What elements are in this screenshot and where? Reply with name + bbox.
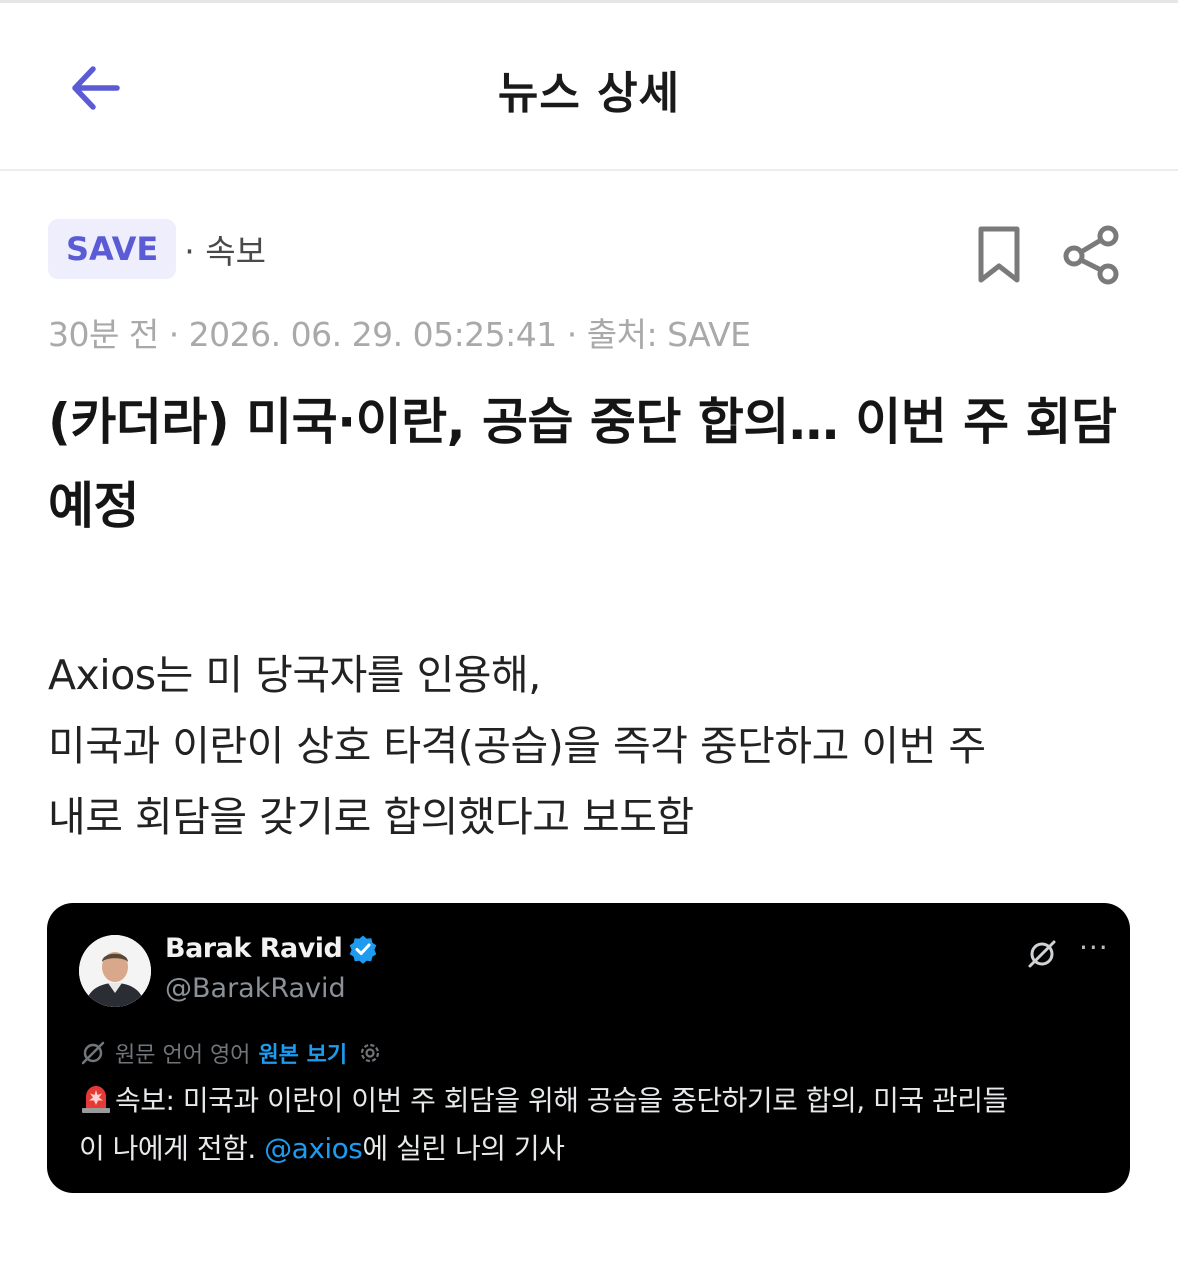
tweet-text-line: 이 나에게 전함. @axios에 실린 나의 기사: [79, 1125, 1109, 1173]
share-button[interactable]: [1058, 222, 1124, 288]
article-body: Axios는 미 당국자를 인용해, 미국과 이란이 상호 타격(공습)을 즉각…: [48, 640, 1138, 853]
share-icon: [1063, 225, 1119, 285]
body-line: 미국과 이란이 상호 타격(공습)을 즉각 중단하고 이번 주: [48, 722, 986, 770]
page-title: 뉴스 상세: [497, 68, 681, 119]
tweet-author-name[interactable]: Barak Ravid: [165, 933, 343, 964]
tweet-author-row: Barak Ravid: [165, 933, 378, 964]
tweet-text-line-2-start: 이 나에게 전함.: [79, 1132, 256, 1165]
translation-row: 원문 언어 영어 원본 보기: [79, 1037, 383, 1069]
embedded-tweet-card[interactable]: Barak Ravid @BarakRavid ··· 원문 언어 영어 원본 …: [47, 903, 1130, 1193]
grok-icon[interactable]: [1025, 937, 1059, 971]
category-label: · 속보: [184, 232, 266, 271]
more-options-button[interactable]: ···: [1079, 931, 1109, 964]
article-title: (카더라) 미국·이란, 공습 중단 합의… 이번 주 회담 예정: [48, 393, 1117, 535]
translation-note: 원문 언어 영어: [115, 1043, 251, 1068]
siren-icon: [82, 1086, 110, 1113]
bookmark-icon: [978, 226, 1020, 283]
mention-link[interactable]: @axios: [264, 1132, 363, 1165]
tweet-author-handle[interactable]: @BarakRavid: [165, 973, 346, 1004]
tweet-text-line-2-end: 에 실린 나의 기사: [362, 1132, 565, 1165]
view-original-link[interactable]: 원본 보기: [258, 1037, 347, 1069]
tweet-text-line-1: 속보: 미국과 이란이 이번 주 회담을 위해 공습을 중단하기로 합의, 미국…: [115, 1084, 1008, 1117]
tweet-text-line: 속보: 미국과 이란이 이번 주 회담을 위해 공습을 중단하기로 합의, 미국…: [79, 1077, 1109, 1125]
gear-icon[interactable]: [357, 1040, 383, 1066]
body-line: 내로 회담을 갖기로 합의했다고 보도함: [48, 793, 694, 841]
article-date-source: 30분 전 · 2026. 06. 29. 05:25:41 · 출처: SAV…: [48, 315, 751, 354]
source-badge[interactable]: SAVE: [48, 219, 177, 279]
article-meta-row: SAVE · 속보: [48, 219, 266, 279]
translate-icon: [81, 1041, 105, 1065]
body-line: Axios는 미 당국자를 인용해,: [48, 651, 541, 699]
avatar[interactable]: [79, 935, 151, 1007]
verified-badge-icon: [350, 935, 377, 964]
app-header: 뉴스 상세: [0, 3, 1178, 171]
tweet-text: 속보: 미국과 이란이 이번 주 회담을 위해 공습을 중단하기로 합의, 미국…: [79, 1077, 1109, 1173]
bookmark-button[interactable]: [972, 224, 1026, 286]
